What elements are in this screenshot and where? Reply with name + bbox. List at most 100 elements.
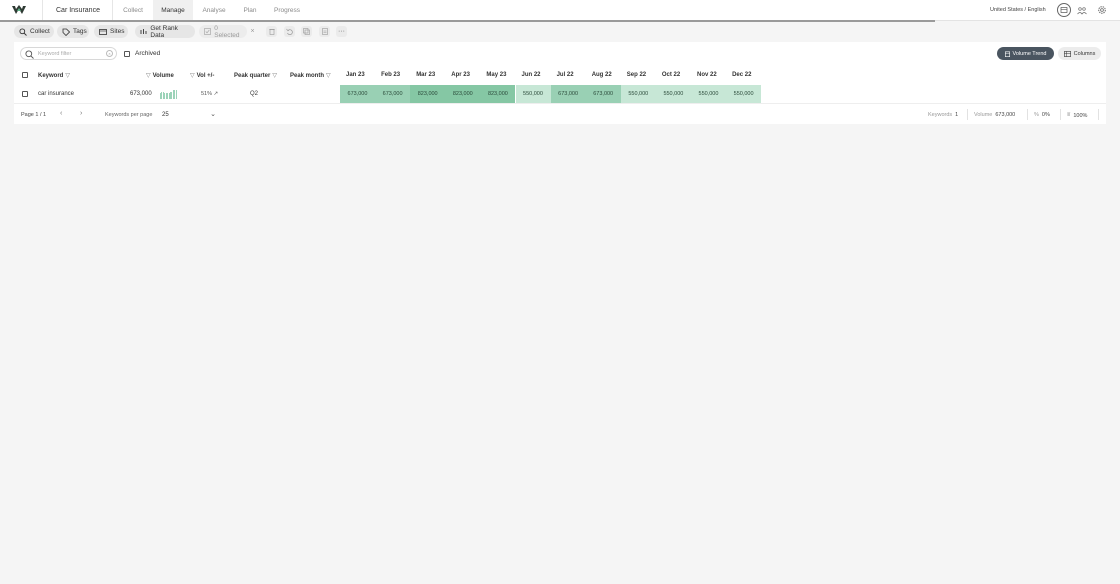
chevron-down-icon: ⌄ [210,111,216,118]
column-header-peak-month[interactable]: Peak month ▽ [290,72,331,80]
get-rank-data-button[interactable]: Get Rank Data [135,24,195,39]
more-options-icon[interactable]: ··· [336,26,347,37]
month-volume-cell: 673,000 [585,85,621,103]
keywords-stat-label: Keywords [928,112,953,118]
peak-month-header-label: Peak month [290,72,325,79]
tag-icon [62,28,70,36]
archived-label: Archived [135,50,161,57]
column-header-vol-change[interactable]: ▽ Vol +/- [190,72,214,80]
month-volume-cell: 823,000 [480,85,516,103]
month-volume-cell: 550,000 [726,85,762,103]
volume-trend-button[interactable]: Volume Trend [997,47,1054,60]
collect-button[interactable]: Collect [14,25,54,38]
volume-stat-label: Volume [974,112,993,118]
archived-checkbox[interactable] [124,50,130,57]
columns-icon [1063,50,1071,57]
get-rank-data-label: Get Rank Data [150,24,178,39]
column-header-month[interactable]: Sep 22 [627,72,646,78]
page-indicator: Page 1 / 1 [21,112,47,118]
tags-button[interactable]: Tags [57,25,89,38]
gear-icon[interactable] [1095,3,1109,17]
keyword-table-panel: Keyword filter × Archived Volume Trend C… [14,42,1106,124]
clear-selection-icon[interactable]: × [247,26,258,37]
sites-icon [99,28,107,36]
volume-trend-sparkline [160,90,177,99]
filter-icon[interactable]: ▽ [146,72,151,79]
column-header-month[interactable]: Nov 22 [697,72,717,78]
filter-icon[interactable]: ▽ [65,72,70,79]
column-header-volume[interactable]: ▽ Volume [146,72,174,80]
columns-button[interactable]: Columns [1058,47,1101,60]
column-header-month[interactable]: Jun 22 [522,72,541,78]
filter-icon[interactable]: ▽ [272,72,277,79]
percent-stat: % 0% [1034,112,1050,118]
column-header-month[interactable]: Oct 22 [662,72,680,78]
column-header-month[interactable]: Feb 23 [381,72,400,78]
filter-icon[interactable]: ▽ [190,72,195,79]
next-page-icon[interactable]: › [80,110,82,117]
checkbox-icon [204,28,211,36]
filter-icon[interactable]: ▽ [326,72,331,79]
project-name[interactable]: Car Insurance [56,7,100,14]
copy-icon[interactable] [301,26,312,37]
tab-progress[interactable]: Progress [268,0,306,21]
locale-selector[interactable]: United States / English [990,7,1046,13]
keyword-cell[interactable]: car insurance [38,91,74,97]
keywords-per-page-value: 25 [162,112,169,118]
search-icon [25,49,34,59]
month-volume-cell: 550,000 [620,85,656,103]
table-row[interactable]: car insurance 673,000 51% ↗ Q2 673,000 67… [14,85,1106,103]
locale-circle-icon[interactable] [1057,3,1071,17]
divider [967,109,968,120]
tab-plan[interactable]: Plan [236,0,264,21]
calendar-icon [1004,51,1010,57]
divider [1027,109,1028,120]
collect-label: Collect [30,28,50,35]
column-header-month[interactable]: Aug 22 [592,72,612,78]
columns-label: Columns [1073,50,1096,57]
filter-stat-value: 100% [1073,112,1088,119]
keywords-stat: Keywords 1 [928,112,958,118]
archived-toggle[interactable]: Archived [124,50,160,57]
prev-page-icon[interactable]: ‹ [60,110,62,117]
month-volume-cell: 673,000 [375,85,411,103]
column-header-month[interactable]: Jan 23 [346,72,365,78]
users-icon[interactable] [1075,3,1089,17]
row-checkbox[interactable] [22,91,28,97]
clear-filter-icon[interactable]: × [106,50,113,57]
document-icon[interactable] [319,26,330,37]
keywords-per-page-select[interactable]: 25 ⌄ [161,110,219,120]
column-header-month[interactable]: Dec 22 [732,72,751,78]
column-header-keyword[interactable]: Keyword ▽ [38,72,70,80]
month-volume-cell: 673,000 [550,85,586,103]
month-volume-cell: 823,000 [445,85,481,103]
month-volume-cell: 550,000 [515,85,551,103]
volume-header-label: Volume [152,72,174,79]
tab-analyse[interactable]: Analyse [194,0,234,21]
tab-collect[interactable]: Collect [115,0,151,21]
column-header-month[interactable]: Mar 23 [416,72,435,78]
keyword-filter-input[interactable]: Keyword filter × [20,47,117,60]
column-header-month[interactable]: May 23 [486,72,506,78]
selected-count[interactable]: 0 Selected [199,25,247,39]
keywords-stat-value: 1 [955,112,959,118]
logo-icon[interactable] [12,5,26,15]
delete-icon[interactable] [266,26,277,37]
volume-trend-label: Volume Trend [1012,50,1047,57]
percent-stat-value: 0% [1041,112,1050,118]
select-all-checkbox[interactable] [22,72,28,78]
tab-manage[interactable]: Manage [153,0,193,21]
sites-button[interactable]: Sites [94,25,128,38]
volume-cell: 673,000 [130,91,152,97]
column-header-month[interactable]: Apr 23 [451,72,470,78]
divider [42,0,43,21]
column-header-peak-quarter[interactable]: Peak quarter ▽ [234,72,277,80]
divider [112,0,113,21]
divider [1060,109,1061,120]
month-volume-cell: 823,000 [410,85,446,103]
tags-label: Tags [73,28,87,35]
peak-quarter-header-label: Peak quarter [234,72,271,79]
volume-stat-value: 673,000 [995,112,1016,118]
column-header-month[interactable]: Jul 22 [557,72,574,78]
undo-icon[interactable] [284,26,295,37]
